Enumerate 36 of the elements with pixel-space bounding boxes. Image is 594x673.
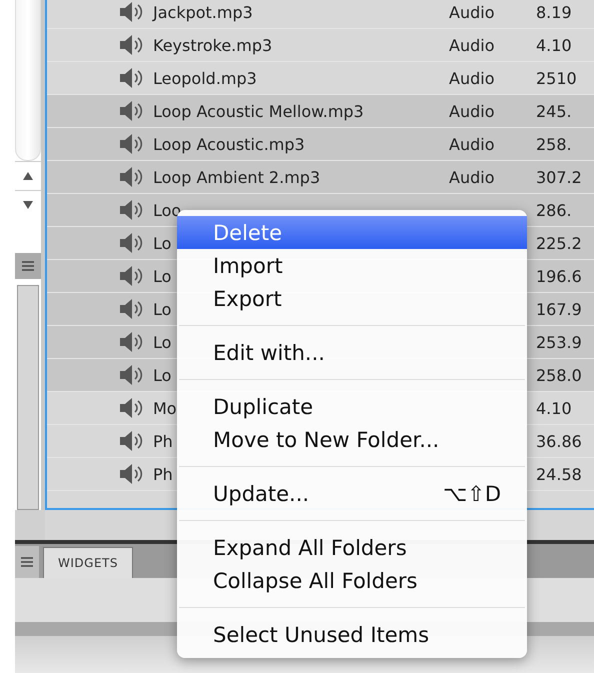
file-name: Lo — [153, 366, 172, 384]
file-name: Jackpot.mp3 — [153, 2, 253, 22]
file-size: 258.0 — [536, 366, 582, 384]
file-size: 4.10 — [536, 398, 572, 418]
file-name: Lo — [153, 234, 172, 252]
file-name: Keystroke.mp3 — [153, 36, 272, 54]
file-name: Ph — [153, 464, 173, 484]
file-name: Lo — [153, 266, 172, 286]
file-name: Leopold.mp3 — [153, 68, 257, 88]
file-type: Audio — [449, 36, 494, 54]
file-name: Lo — [153, 300, 172, 318]
file-type: Audio — [449, 2, 494, 22]
file-size: 8.19 — [536, 2, 572, 22]
file-type: Audio — [449, 134, 494, 154]
file-size: 258. — [536, 134, 572, 154]
file-name: Loop Ambient 2.mp3 — [153, 168, 320, 186]
file-type: Audio — [449, 168, 494, 186]
file-size: 24.58 — [536, 464, 582, 484]
file-name: Ph — [153, 432, 173, 450]
file-type: Audio — [449, 102, 494, 120]
file-name: Loop Acoustic.mp3 — [153, 134, 305, 154]
file-name: Loop Acoustic Mellow.mp3 — [153, 102, 364, 120]
file-type: Audio — [449, 68, 494, 88]
file-size: 286. — [536, 200, 572, 220]
file-size: 307.2 — [536, 168, 582, 186]
shortcut-text: ⌥⇧D — [443, 482, 501, 506]
file-name: Lo — [153, 332, 172, 352]
file-size: 36.86 — [536, 432, 582, 450]
file-size: 196.6 — [536, 266, 582, 286]
file-size: 245. — [536, 102, 572, 120]
file-name: Mo — [153, 398, 177, 418]
file-size: 2510 — [536, 68, 577, 88]
file-size: 225.2 — [536, 234, 582, 252]
file-size: 4.10 — [536, 36, 572, 54]
file-size: 167.9 — [536, 300, 582, 318]
file-size: 253.9 — [536, 332, 582, 352]
